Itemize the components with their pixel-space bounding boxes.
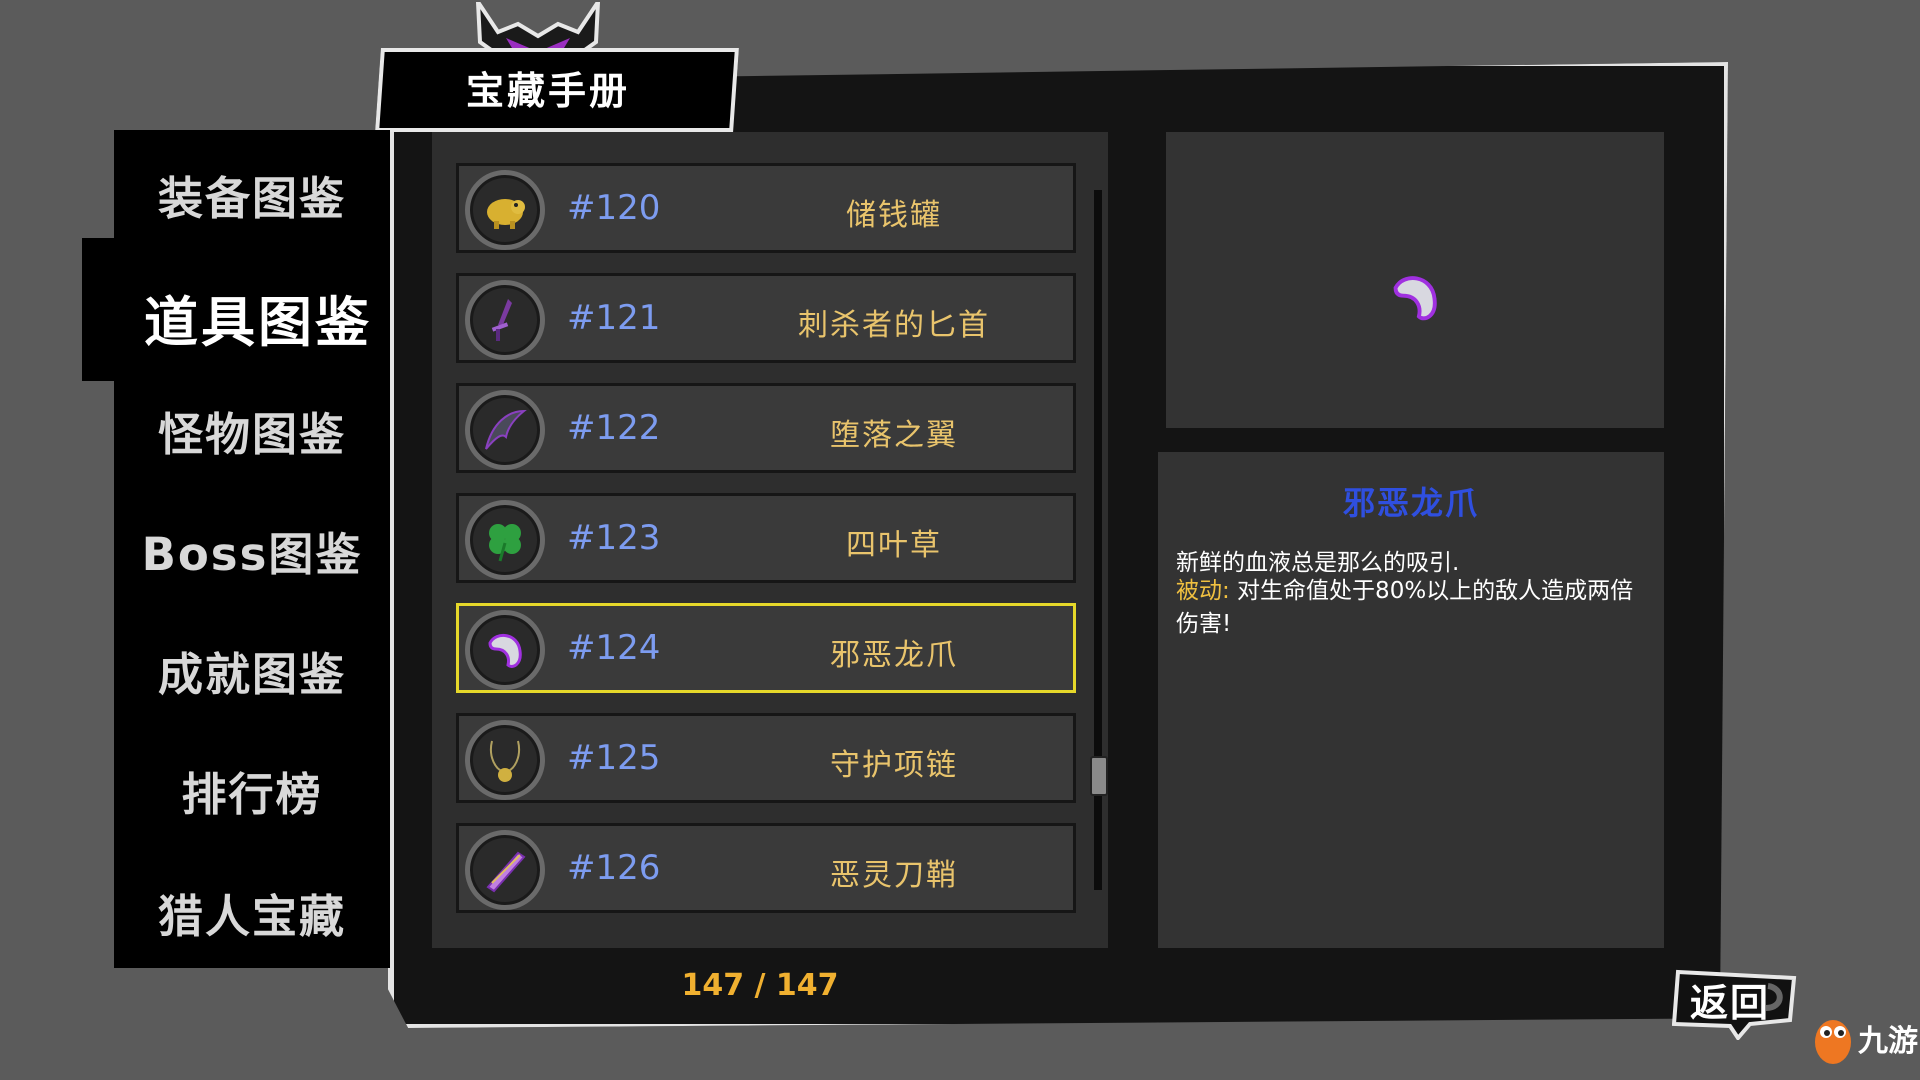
list-item[interactable]: #123 四叶草: [456, 493, 1076, 583]
menu-item-monster[interactable]: 怪物图鉴: [114, 398, 390, 463]
dragon-claw-icon: [488, 634, 522, 668]
item-flavor-text: 新鲜的血液总是那么的吸引.: [1176, 550, 1460, 576]
list-item[interactable]: #121 刺杀者的匕首: [456, 273, 1076, 363]
page-title: 宝藏手册: [465, 69, 630, 113]
item-icon-frame: [465, 170, 545, 250]
item-icon-frame: [465, 390, 545, 470]
item-number: #123: [567, 518, 661, 558]
item-icon-frame: [465, 500, 545, 580]
item-icon-frame: [465, 830, 545, 910]
four-leaf-clover-icon: [489, 524, 521, 562]
effect-description: 对生命值处于80%以上的敌人造成两倍伤害!: [1176, 578, 1634, 637]
watermark-text: 九游: [1858, 1024, 1918, 1059]
menu-item-equipment[interactable]: 装备图鉴: [114, 162, 390, 227]
list-item[interactable]: #122 堕落之翼: [456, 383, 1076, 473]
menu-item-achievement[interactable]: 成就图鉴: [114, 638, 390, 703]
item-detail-title: 邪恶龙爪: [1342, 484, 1479, 522]
item-name: 恶灵刀鞘: [830, 858, 958, 893]
item-number: #124: [567, 628, 661, 668]
item-icon-frame: [465, 720, 545, 800]
menu-item-label: 道具图鉴: [144, 291, 372, 354]
item-number: #122: [567, 408, 661, 448]
necklace-icon: [490, 740, 520, 782]
item-name: 堕落之翼: [830, 418, 958, 453]
item-name: 储钱罐: [846, 198, 942, 233]
item-number: #120: [567, 188, 661, 228]
item-name: 刺杀者的匕首: [798, 308, 990, 343]
scabbard-icon: [486, 851, 526, 893]
watermark-logo-icon: [1815, 1020, 1851, 1064]
list-item[interactable]: #120 储钱罐: [456, 163, 1076, 253]
item-effect-text: 被动: 对生命值处于80%以上的敌人造成两倍伤害!: [1176, 575, 1646, 641]
item-number: #125: [567, 738, 661, 778]
menu-item-boss[interactable]: Boss图鉴: [114, 518, 390, 583]
item-number: #121: [567, 298, 661, 338]
item-name: 邪恶龙爪: [830, 638, 958, 673]
piggy-bank-icon: [487, 199, 525, 229]
list-item[interactable]: #126 恶灵刀鞘: [456, 823, 1076, 913]
effect-label: 被动:: [1176, 578, 1230, 604]
item-icon-frame: [465, 610, 545, 690]
menu-item-hunter-treasure[interactable]: 猎人宝藏: [114, 880, 390, 945]
menu-item-items-active[interactable]: 道具图鉴: [82, 238, 390, 381]
dagger-icon: [491, 299, 512, 341]
list-item[interactable]: #125 守护项链: [456, 713, 1076, 803]
item-description-panel: [1158, 452, 1664, 948]
list-item-selected[interactable]: #124 邪恶龙爪: [456, 603, 1076, 693]
item-name: 四叶草: [846, 528, 942, 563]
scrollbar-thumb[interactable]: [1090, 756, 1108, 796]
back-button-label: 返回: [1690, 981, 1771, 1025]
dragon-claw-icon: [1393, 276, 1437, 321]
fallen-wing-icon: [485, 409, 527, 450]
menu-item-leaderboard[interactable]: 排行榜: [114, 758, 390, 823]
item-icon-frame: [465, 280, 545, 360]
item-name: 守护项链: [830, 748, 958, 783]
item-number: #126: [567, 848, 661, 888]
item-count: 147 / 147: [681, 968, 839, 1003]
